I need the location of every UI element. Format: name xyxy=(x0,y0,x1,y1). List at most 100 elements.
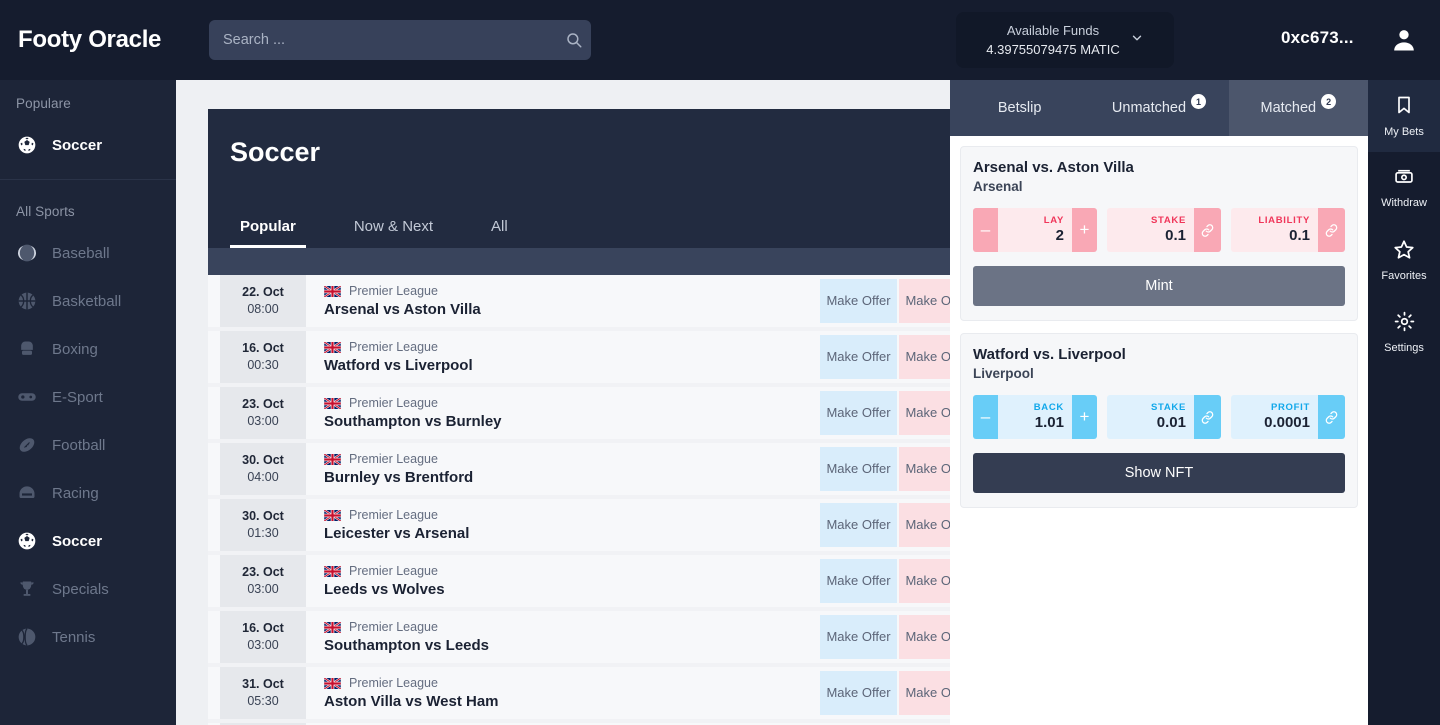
result-value: 0.0001 xyxy=(1264,414,1310,431)
make-offer-back-button[interactable]: Make Offer xyxy=(820,447,897,491)
rail-item-my-bets[interactable]: My Bets xyxy=(1368,80,1440,152)
match-date-badge: 22. Oct 08:00 xyxy=(220,275,306,327)
result-value: 0.1 xyxy=(1289,227,1310,244)
tab-betslip[interactable]: Betslip xyxy=(950,80,1089,136)
sidebar-heading-all-sports: All Sports xyxy=(16,204,75,219)
gear-icon xyxy=(1394,311,1415,337)
rail-item-label: Withdraw xyxy=(1381,197,1427,209)
make-offer-back-button[interactable]: Make Offer xyxy=(820,559,897,603)
tab-unmatched[interactable]: Unmatched 1 xyxy=(1089,80,1228,136)
sidebar-item-tennis[interactable]: Tennis xyxy=(0,613,176,661)
rail-item-withdraw[interactable]: Withdraw xyxy=(1368,152,1440,224)
league-name: Premier League xyxy=(349,452,438,466)
match-time: 05:30 xyxy=(247,694,279,708)
result-field[interactable]: LIABILITY 0.1 xyxy=(1231,208,1318,252)
baseball-icon xyxy=(16,242,38,264)
make-offer-back-button[interactable]: Make Offer xyxy=(820,671,897,715)
bet-selection: Liverpool xyxy=(973,366,1034,381)
chevron-down-icon[interactable] xyxy=(1130,31,1144,50)
tab-matched[interactable]: Matched 2 xyxy=(1228,80,1368,136)
right-rail: My Bets Withdraw Favorites Settings xyxy=(1368,80,1440,725)
match-date-badge: 30. Oct 04:00 xyxy=(220,443,306,495)
odds-decrement-button[interactable]: – xyxy=(973,208,998,252)
sidebar-item-soccer[interactable]: Soccer xyxy=(0,517,176,565)
unmatched-count-badge: 1 xyxy=(1191,94,1207,109)
result-field[interactable]: PROFIT 0.0001 xyxy=(1231,395,1318,439)
link-icon[interactable] xyxy=(1318,395,1345,439)
league-name: Premier League xyxy=(349,508,438,522)
sidebar-item-basketball[interactable]: Basketball xyxy=(0,277,176,325)
sidebar: Populare Soccer All Sports Baseball Bask… xyxy=(0,80,176,725)
user-icon[interactable] xyxy=(1390,26,1418,54)
odds-field[interactable]: BACK 1.01 xyxy=(998,395,1072,439)
search-icon[interactable] xyxy=(557,31,591,49)
stake-field[interactable]: STAKE 0.1 xyxy=(1107,208,1194,252)
odds-label: BACK xyxy=(1033,402,1064,413)
uk-flag-icon xyxy=(324,341,341,353)
link-icon[interactable] xyxy=(1194,208,1221,252)
result-field-group: PROFIT 0.0001 xyxy=(1231,395,1345,439)
odds-decrement-button[interactable]: – xyxy=(973,395,998,439)
match-date-badge: 23. Oct 03:00 xyxy=(220,387,306,439)
tab-now-and-next[interactable]: Now & Next xyxy=(344,218,443,248)
sidebar-item-specials[interactable]: Specials xyxy=(0,565,176,613)
league-name: Premier League xyxy=(349,340,438,354)
betslip-body: Arsenal vs. Aston Villa Arsenal – LAY 2 + STAK… xyxy=(950,136,1368,530)
league-name: Premier League xyxy=(349,396,438,410)
rail-item-favorites[interactable]: Favorites xyxy=(1368,224,1440,296)
stake-field-group: STAKE 0.01 xyxy=(1107,395,1221,439)
link-icon[interactable] xyxy=(1318,208,1345,252)
tab-popular[interactable]: Popular xyxy=(230,218,306,248)
search-bar[interactable] xyxy=(209,20,591,60)
sidebar-item-esport[interactable]: E-Sport xyxy=(0,373,176,421)
bet-cta-button[interactable]: Mint xyxy=(973,266,1345,306)
available-funds-dropdown[interactable]: Available Funds 4.39755079475 MATIC xyxy=(956,12,1174,68)
boxing-glove-icon xyxy=(16,338,38,360)
uk-flag-icon xyxy=(324,397,341,409)
stake-field[interactable]: STAKE 0.01 xyxy=(1107,395,1194,439)
match-date-badge: 16. Oct 03:00 xyxy=(220,611,306,663)
tab-all[interactable]: All xyxy=(481,218,518,248)
app-root: Footy Oracle Available Funds 4.397550794… xyxy=(0,0,1440,725)
match-date: 16. Oct xyxy=(242,621,284,635)
make-offer-back-button[interactable]: Make Offer xyxy=(820,279,897,323)
soccer-ball-icon xyxy=(16,530,38,552)
sidebar-item-football[interactable]: Football xyxy=(0,421,176,469)
result-label: LIABILITY xyxy=(1258,215,1310,226)
match-time: 01:30 xyxy=(247,526,279,540)
sidebar-item-label: Football xyxy=(52,436,106,454)
search-input[interactable] xyxy=(209,20,557,60)
bookmark-icon xyxy=(1394,94,1414,121)
link-icon[interactable] xyxy=(1194,395,1221,439)
bet-match-title: Watford vs. Liverpool xyxy=(973,346,1126,363)
sidebar-item-label: Racing xyxy=(52,484,99,502)
make-offer-back-button[interactable]: Make Offer xyxy=(820,503,897,547)
make-offer-back-button[interactable]: Make Offer xyxy=(820,391,897,435)
sidebar-item-boxing[interactable]: Boxing xyxy=(0,325,176,373)
odds-increment-button[interactable]: + xyxy=(1072,395,1097,439)
rail-item-label: Settings xyxy=(1384,341,1424,354)
wallet-address[interactable]: 0xc673... xyxy=(1281,28,1354,48)
sidebar-item-label: Baseball xyxy=(52,244,110,262)
odds-label: LAY xyxy=(1043,215,1064,226)
match-time: 08:00 xyxy=(247,302,279,316)
matched-count-badge: 2 xyxy=(1321,94,1337,109)
brand-logo[interactable]: Footy Oracle xyxy=(0,26,176,54)
uk-flag-icon xyxy=(324,677,341,689)
bet-cta-button[interactable]: Show NFT xyxy=(973,453,1345,493)
cash-icon xyxy=(1393,167,1415,192)
top-bar: Footy Oracle Available Funds 4.397550794… xyxy=(0,0,1440,80)
odds-field[interactable]: LAY 2 xyxy=(998,208,1072,252)
rail-item-settings[interactable]: Settings xyxy=(1368,296,1440,368)
sidebar-item-racing[interactable]: Racing xyxy=(0,469,176,517)
odds-value: 1.01 xyxy=(1034,414,1064,431)
sidebar-item-soccer-popular[interactable]: Soccer xyxy=(0,121,176,169)
make-offer-back-button[interactable]: Make Offer xyxy=(820,615,897,659)
sidebar-item-baseball[interactable]: Baseball xyxy=(0,229,176,277)
odds-increment-button[interactable]: + xyxy=(1072,208,1097,252)
sidebar-item-label: Basketball xyxy=(52,292,122,310)
betslip-panel: Betslip Unmatched 1 Matched 2 Arsenal vs… xyxy=(950,80,1368,725)
rail-item-label: My Bets xyxy=(1384,126,1424,138)
sidebar-item-label: Soccer xyxy=(52,532,103,550)
make-offer-back-button[interactable]: Make Offer xyxy=(820,335,897,379)
